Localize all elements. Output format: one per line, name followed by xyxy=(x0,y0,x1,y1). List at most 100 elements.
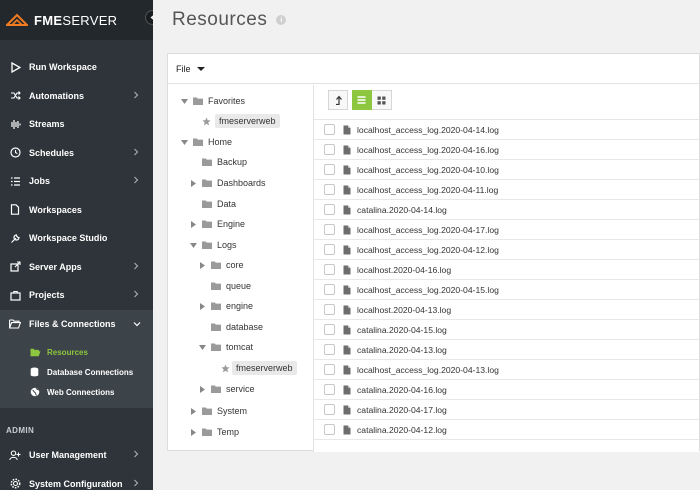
file-checkbox[interactable] xyxy=(324,164,335,175)
file-row[interactable]: localhost_access_log.2020-04-10.log xyxy=(314,160,699,180)
file-row[interactable]: localhost_access_log.2020-04-14.log xyxy=(314,120,699,140)
tree-node-engine[interactable]: Engine xyxy=(189,215,245,233)
nav-label: Server Apps xyxy=(29,261,82,272)
folder-open-icon xyxy=(9,318,21,330)
subnav-resources[interactable]: Resources xyxy=(0,342,153,362)
file-row[interactable]: catalina.2020-04-17.log xyxy=(314,400,699,420)
page-header: Resources i xyxy=(153,0,700,40)
grid-view-button[interactable] xyxy=(372,90,392,110)
nav-jobs[interactable]: Jobs xyxy=(0,167,153,196)
nav-automations[interactable]: Automations xyxy=(0,82,153,111)
file-checkbox[interactable] xyxy=(324,384,335,395)
file-row[interactable]: localhost_access_log.2020-04-11.log xyxy=(314,180,699,200)
briefcase-icon xyxy=(9,289,21,301)
file-checkbox[interactable] xyxy=(324,344,335,355)
nav-server-apps[interactable]: Server Apps xyxy=(0,253,153,282)
app-share-icon xyxy=(9,261,21,273)
nav-run-workspace[interactable]: Run Workspace xyxy=(0,53,153,82)
subnav-database-connections[interactable]: Database Connections xyxy=(0,362,153,382)
collapse-sidebar-button[interactable] xyxy=(145,10,153,25)
tree-label: queue xyxy=(226,281,252,291)
file-row[interactable]: localhost_access_log.2020-04-16.log xyxy=(314,140,699,160)
tree-node-logs[interactable]: Logs xyxy=(189,236,237,254)
nav-system-configuration[interactable]: System Configuration xyxy=(0,470,153,490)
tree-node-backup[interactable]: Backup xyxy=(202,153,247,171)
file-row[interactable]: catalina.2020-04-13.log xyxy=(314,340,699,360)
tree-node-tomcat-fmeserverweb[interactable]: fmeserverweb xyxy=(221,359,297,377)
nav-user-management[interactable]: User Management xyxy=(0,441,153,470)
tree-node-core[interactable]: core xyxy=(198,256,244,274)
chevron-right-icon xyxy=(134,450,139,458)
tree-node-temp[interactable]: Temp xyxy=(189,423,239,441)
file-row[interactable]: localhost.2020-04-13.log xyxy=(314,300,699,320)
file-row[interactable]: catalina.2020-04-12.log xyxy=(314,420,699,440)
nav-workspace-studio[interactable]: Workspace Studio xyxy=(0,224,153,253)
tree-node-engine-logs[interactable]: engine xyxy=(198,297,253,315)
nav-streams[interactable]: Streams xyxy=(0,110,153,139)
file-list: localhost_access_log.2020-04-14.log local… xyxy=(314,119,699,440)
file-checkbox[interactable] xyxy=(324,404,335,415)
caret-right-icon[interactable] xyxy=(189,179,197,187)
nav-schedules[interactable]: Schedules xyxy=(0,139,153,168)
file-name: localhost.2020-04-13.log xyxy=(357,304,452,315)
clock-icon xyxy=(9,147,21,159)
file-checkbox[interactable] xyxy=(324,184,335,195)
file-row[interactable]: localhost_access_log.2020-04-13.log xyxy=(314,360,699,380)
tree-label: Data xyxy=(217,199,237,209)
file-checkbox[interactable] xyxy=(324,224,335,235)
tree-node-favorite-fmeserverweb[interactable]: fmeserverweb xyxy=(202,112,280,130)
nav-projects[interactable]: Projects xyxy=(0,281,153,310)
caret-down-icon[interactable] xyxy=(196,66,205,71)
file-row[interactable]: catalina.2020-04-15.log xyxy=(314,320,699,340)
caret-right-icon[interactable] xyxy=(198,261,206,269)
tree-node-service[interactable]: service xyxy=(198,380,255,398)
info-icon[interactable]: i xyxy=(276,15,287,25)
folder-icon xyxy=(193,138,203,146)
file-checkbox[interactable] xyxy=(324,284,335,295)
file-checkbox[interactable] xyxy=(324,424,335,435)
caret-right-icon[interactable] xyxy=(189,428,197,436)
folder-icon xyxy=(202,241,212,249)
subnav-web-connections[interactable]: Web Connections xyxy=(0,382,153,402)
caret-right-icon[interactable] xyxy=(198,302,206,310)
nav-label: Files & Connections xyxy=(29,318,116,329)
file-row[interactable]: localhost_access_log.2020-04-17.log xyxy=(314,220,699,240)
tree-node-home[interactable]: Home xyxy=(180,133,232,151)
file-checkbox[interactable] xyxy=(324,264,335,275)
nav-label: System Configuration xyxy=(29,478,123,489)
file-row[interactable]: catalina.2020-04-14.log xyxy=(314,200,699,220)
file-checkbox[interactable] xyxy=(324,204,335,215)
nav-workspaces[interactable]: Workspaces xyxy=(0,196,153,225)
tree-node-favorites[interactable]: Favorites xyxy=(180,92,245,110)
file-checkbox[interactable] xyxy=(324,244,335,255)
tree-node-dashboards[interactable]: Dashboards xyxy=(189,174,266,192)
caret-right-icon[interactable] xyxy=(189,407,197,415)
file-icon xyxy=(343,225,351,234)
tree-node-database[interactable]: database xyxy=(211,318,263,336)
list-view-button[interactable] xyxy=(352,90,372,110)
tree-node-queue[interactable]: queue xyxy=(211,277,251,295)
go-up-button[interactable] xyxy=(328,90,348,110)
caret-right-icon[interactable] xyxy=(189,220,197,228)
file-checkbox[interactable] xyxy=(324,304,335,315)
file-row[interactable]: catalina.2020-04-16.log xyxy=(314,380,699,400)
caret-right-icon[interactable] xyxy=(198,385,206,393)
file-row[interactable]: localhost_access_log.2020-04-12.log xyxy=(314,240,699,260)
file-row[interactable]: localhost.2020-04-16.log xyxy=(314,260,699,280)
caret-down-icon[interactable] xyxy=(180,139,188,145)
file-row[interactable]: localhost_access_log.2020-04-15.log xyxy=(314,280,699,300)
tree-node-tomcat[interactable]: tomcat xyxy=(198,338,253,356)
caret-down-icon[interactable] xyxy=(180,98,188,104)
tree-node-data[interactable]: Data xyxy=(202,195,236,213)
file-toolbar: File xyxy=(168,54,699,84)
file-menu-button[interactable]: File xyxy=(176,64,191,74)
file-checkbox[interactable] xyxy=(324,324,335,335)
tree-node-system[interactable]: System xyxy=(189,402,247,420)
nav-files-connections[interactable]: Files & Connections xyxy=(0,309,153,338)
caret-down-icon[interactable] xyxy=(189,242,197,248)
brand-bar: FMESERVER xyxy=(0,0,153,40)
file-checkbox[interactable] xyxy=(324,364,335,375)
file-checkbox[interactable] xyxy=(324,144,335,155)
caret-down-icon[interactable] xyxy=(198,344,206,350)
file-checkbox[interactable] xyxy=(324,124,335,135)
